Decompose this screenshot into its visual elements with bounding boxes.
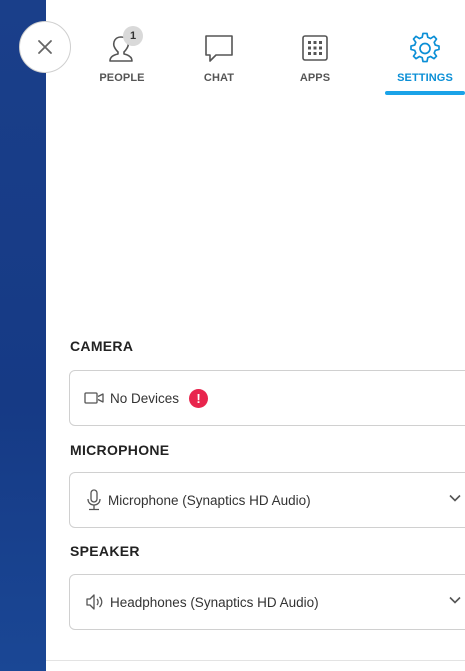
tab-chat[interactable]: CHAT (179, 22, 259, 98)
camera-section-title: CAMERA (70, 338, 134, 354)
chevron-down-icon (449, 596, 461, 604)
close-button[interactable] (19, 21, 71, 73)
close-icon (38, 40, 52, 54)
apps-icon (295, 28, 335, 68)
camera-select[interactable]: No Devices ! (69, 370, 465, 426)
chat-icon (199, 28, 239, 68)
chevron-down-icon (449, 494, 461, 502)
divider (46, 660, 465, 661)
people-icon: 1 (102, 26, 143, 68)
tab-settings-label: SETTINGS (397, 72, 453, 84)
microphone-value: Microphone (Synaptics HD Audio) (108, 492, 311, 508)
sidebar-strip (0, 0, 46, 671)
speaker-icon (84, 592, 106, 612)
tab-apps-label: APPS (299, 72, 331, 84)
gear-icon (405, 28, 445, 68)
speaker-select[interactable]: Headphones (Synaptics HD Audio) (69, 574, 465, 630)
tab-bar: 1 PEOPLE CHAT APPS SETTINGS (82, 22, 465, 98)
active-tab-indicator (385, 91, 465, 95)
microphone-section-title: MICROPHONE (70, 442, 170, 458)
microphone-select[interactable]: Microphone (Synaptics HD Audio) (69, 472, 465, 528)
people-count-badge: 1 (123, 26, 143, 46)
microphone-icon (84, 488, 104, 512)
camera-value: No Devices (110, 390, 180, 406)
tab-apps[interactable]: APPS (275, 22, 355, 98)
tab-people[interactable]: 1 PEOPLE (82, 22, 162, 98)
warning-icon: ! (189, 388, 209, 408)
tab-settings[interactable]: SETTINGS (385, 22, 465, 98)
tab-chat-label: CHAT (203, 72, 235, 84)
speaker-section-title: SPEAKER (70, 543, 140, 559)
speaker-value: Headphones (Synaptics HD Audio) (110, 594, 319, 610)
camera-icon (84, 390, 106, 406)
tab-people-label: PEOPLE (99, 72, 145, 84)
settings-panel (46, 0, 465, 671)
